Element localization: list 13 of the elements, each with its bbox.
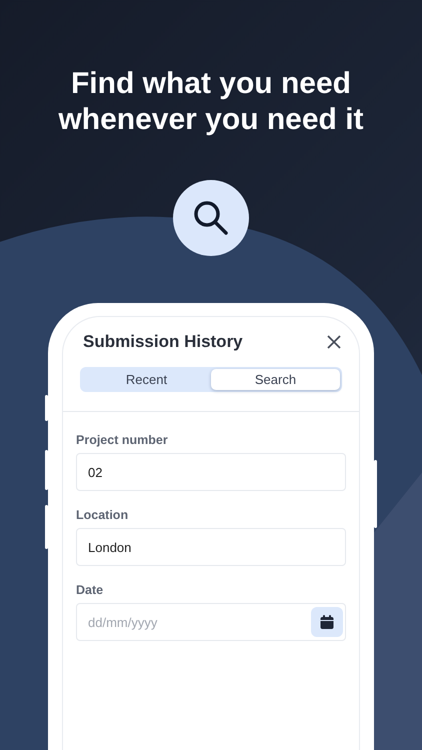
input-field[interactable]: 02 [76, 453, 346, 491]
tab[interactable]: Recent [82, 369, 211, 390]
close-button[interactable] [326, 334, 342, 350]
dialog-title: Submission History [83, 331, 243, 353]
input-field[interactable]: London [76, 528, 346, 566]
field-label: Date [76, 582, 104, 598]
field-label: Location [76, 507, 130, 523]
date-field[interactable]: dd/mm/yyyy [76, 603, 346, 641]
headline: Find what you need whenever you need it [57, 66, 365, 138]
tab[interactable]: Search [211, 369, 340, 390]
calendar-icon [319, 614, 335, 630]
calendar-button[interactable] [311, 607, 343, 637]
field-label: Project number [76, 432, 169, 448]
